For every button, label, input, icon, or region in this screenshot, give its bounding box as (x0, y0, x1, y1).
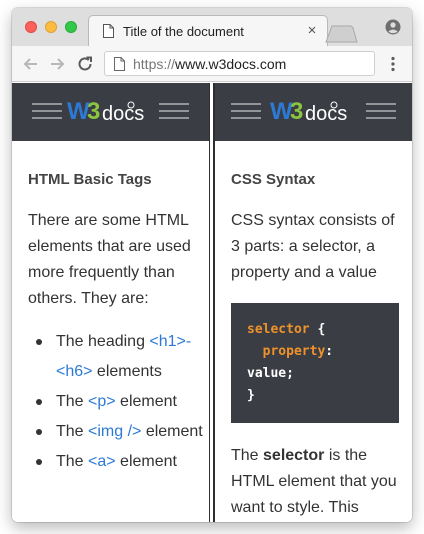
list-text: The (56, 423, 89, 440)
list-text: element (115, 453, 177, 470)
code-line: } (247, 385, 383, 407)
right-pane: W 3 docs CSS Syntax CSS syntax consists … (215, 83, 412, 522)
code-link[interactable]: <a> (88, 453, 116, 470)
code-block: selector { property: value; } (231, 303, 399, 423)
left-pane: W 3 docs HTML Basic Tags There are some … (12, 83, 209, 522)
code-brace: } (247, 388, 255, 403)
logo-text: docs (102, 103, 144, 125)
browser-toolbar: https://www.w3docs.com (12, 46, 412, 82)
close-tab-icon[interactable]: × (303, 22, 321, 40)
code-colon: : (325, 344, 334, 359)
back-arrow-icon[interactable] (22, 55, 40, 73)
svg-text:3: 3 (87, 98, 100, 125)
list-text: The heading (56, 333, 150, 350)
site-header: W 3 docs (215, 83, 412, 141)
new-tab-button[interactable] (324, 25, 358, 43)
list-text: element (141, 423, 203, 440)
url-host: www.w3docs.com (175, 56, 287, 72)
code-line: value; (247, 363, 383, 385)
para-text: The (231, 447, 264, 464)
page-info-icon[interactable] (114, 57, 125, 71)
code-property: property (262, 344, 326, 359)
bullet (36, 429, 42, 435)
bullet (36, 399, 42, 405)
logo-text: docs (305, 103, 347, 125)
code-line: property: (247, 341, 383, 363)
tab-title: Title of the document (123, 24, 244, 39)
bullet (36, 459, 42, 465)
browser-window: Title of the document × https://www.w3do… (12, 8, 412, 522)
page-content: W 3 docs HTML Basic Tags There are some … (12, 83, 412, 522)
code-brace: { (309, 322, 326, 337)
code-line: selector { (247, 319, 383, 341)
tab-bar: Title of the document × (12, 8, 412, 47)
maximize-window-button[interactable] (65, 21, 77, 33)
profile-icon[interactable] (385, 19, 401, 35)
intro-paragraph: There are some HTML elements that are us… (28, 212, 191, 307)
intro-paragraph: CSS syntax consists of 3 parts: a select… (231, 212, 395, 281)
svg-text:3: 3 (290, 98, 303, 125)
section-heading: CSS Syntax (231, 171, 316, 188)
w3docs-logo[interactable]: W 3 docs (270, 97, 358, 127)
site-header: W 3 docs (12, 83, 209, 141)
w3docs-logo[interactable]: W 3 docs (67, 97, 155, 127)
minimize-window-button[interactable] (45, 21, 57, 33)
list-text: element (115, 393, 177, 410)
address-bar[interactable]: https://www.w3docs.com (104, 51, 375, 76)
list-item: The <img /> element (28, 417, 204, 447)
reload-icon[interactable] (76, 55, 94, 73)
code-value: value; (247, 366, 294, 381)
url-text: https://www.w3docs.com (133, 56, 286, 72)
list-text: The (56, 393, 89, 410)
close-window-button[interactable] (25, 21, 37, 33)
url-scheme: https:// (133, 56, 176, 72)
menu-kebab-icon[interactable] (389, 56, 397, 72)
list-item: The <p> element (28, 387, 204, 417)
para-bold: selector (263, 447, 325, 464)
bullet (36, 339, 42, 345)
code-link[interactable]: <img /> (88, 423, 141, 440)
section-heading: HTML Basic Tags (28, 171, 152, 188)
code-selector: selector (247, 322, 310, 337)
tag-list: The heading <h1>-<h6> elements The <p> e… (28, 327, 204, 477)
list-text: elements (92, 363, 162, 380)
body-paragraph: The selector is the HTML element that yo… (231, 443, 407, 521)
list-item: The <a> element (28, 447, 204, 477)
forward-arrow-icon[interactable] (48, 55, 66, 73)
list-item: The heading <h1>-<h6> elements (28, 327, 204, 387)
list-text: The (56, 453, 89, 470)
document-icon (103, 24, 114, 38)
browser-tab[interactable]: Title of the document × (88, 15, 328, 47)
code-link[interactable]: <p> (88, 393, 116, 410)
